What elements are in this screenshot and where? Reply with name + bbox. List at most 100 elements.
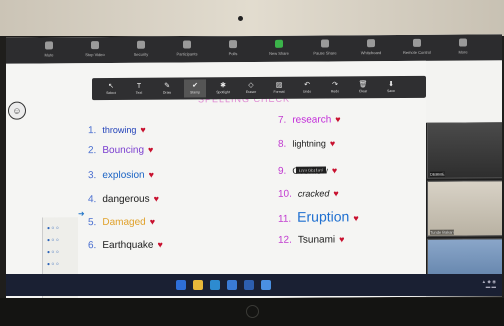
toolbar-label: Pause Share <box>313 50 337 56</box>
folder-icon[interactable] <box>193 280 203 290</box>
word-text: Bouncing <box>102 144 145 157</box>
annotate-tool-label: Redo <box>330 89 340 94</box>
annotate-tool-format[interactable]: ▨ Format <box>268 79 290 97</box>
more-icon <box>459 38 467 47</box>
toolbar-label: New Share <box>269 50 289 56</box>
annotate-tool-clear[interactable]: 🗑 Clear <box>352 78 374 96</box>
video-tile[interactable]: DEBBIE <box>427 122 502 179</box>
word-number: 8. <box>278 138 287 150</box>
side-panel-row: ● ○ ○ <box>47 237 59 244</box>
annotate-tool-label: Save <box>387 89 395 94</box>
heart-icon: ♥ <box>335 114 341 125</box>
annotate-tool-label: Undo <box>302 89 312 94</box>
toolbar-label: Polls <box>228 51 238 57</box>
toolbar-share-button[interactable]: New Share <box>256 39 302 62</box>
annotate-tool-label: Draw <box>162 90 172 95</box>
heart-icon: ♥ <box>140 124 146 135</box>
stamp-icon: ✔ <box>192 82 198 90</box>
save-icon: ⬇ <box>388 81 394 89</box>
annotate-tool-save[interactable]: ⬇ Save <box>380 78 402 96</box>
annotate-tool-draw[interactable]: ✎ Draw <box>156 80 178 98</box>
smiley-icon: ☺ <box>8 101 26 120</box>
annotate-tool-label: Clear <box>358 89 368 94</box>
toolbar-participants-button[interactable]: Participants <box>164 40 210 62</box>
heart-icon: ♥ <box>353 213 359 224</box>
toolbar-label: More <box>458 49 468 55</box>
word-text: cracked <box>297 188 330 199</box>
heart-icon: ♥ <box>148 169 154 180</box>
annotate-tool-label: Eraser <box>245 89 257 95</box>
mail-icon[interactable] <box>210 280 220 290</box>
zoom-icon[interactable] <box>261 280 271 290</box>
participants-icon <box>183 40 191 49</box>
annotate-tool-undo[interactable]: ↶ Undo <box>296 79 318 97</box>
webcam-icon <box>238 16 243 21</box>
toolbar-label: Participants <box>176 51 198 57</box>
word-text: Overflow <box>292 165 328 176</box>
system-tray[interactable]: ▲ ◆ ◉ ▬ ▬ <box>482 279 496 289</box>
heart-icon: ♥ <box>329 138 336 149</box>
toolbar-label: Whiteboard <box>360 50 382 56</box>
spelling-word-item: 9. Overflow ♥ <box>278 165 337 176</box>
heart-icon: ♥ <box>331 165 338 176</box>
video-tile[interactable]: Tunde Bakari <box>427 180 502 237</box>
spelling-word-item: 5. Damaged ♥ <box>88 217 155 228</box>
toolbar-label: Security <box>133 51 149 57</box>
heart-icon: ♥ <box>149 216 156 227</box>
video-tile-name: DEBBIE <box>430 171 445 177</box>
poll-icon <box>229 40 237 49</box>
word-number: 3. <box>88 170 97 182</box>
annotate-tool-label: Spotlight <box>216 90 230 95</box>
word-number: 6. <box>88 240 97 252</box>
share-icon <box>275 39 283 48</box>
store-icon[interactable] <box>227 280 237 290</box>
toolbar-more-button[interactable]: More <box>440 38 486 60</box>
zoom-toolbar: Mute Stop Video Security Participants Polls N… <box>6 34 502 64</box>
spelling-word-item: 11. Eruption ♥ <box>278 208 359 224</box>
spelling-word-item: 7. research ♥ <box>278 114 341 125</box>
toolbar-shield-button[interactable]: Security <box>118 40 164 63</box>
word-number: 4. <box>88 194 97 206</box>
word-icon[interactable] <box>244 280 254 290</box>
video-camera-icon <box>91 41 99 50</box>
undo-icon: ↶ <box>304 81 310 89</box>
annotate-tool-spotlight[interactable]: ✱ Spotlight <box>212 79 234 97</box>
toolbar-label: Remote Control <box>402 49 431 55</box>
word-text: research <box>292 114 332 126</box>
spelling-word-item: 3. explosion ♥ <box>88 170 154 181</box>
annotate-tool-redo[interactable]: ↷ Redo <box>324 78 346 96</box>
annotate-tool-stamp[interactable]: ✔ Stamp <box>184 79 206 98</box>
annotate-tool-label: Stamp <box>189 90 201 95</box>
word-number: 5. <box>88 217 97 229</box>
toolbar-label: Stop Video <box>85 52 105 58</box>
spelling-word-item: 10. cracked ♥ <box>278 188 339 199</box>
toolbar-annotate-button[interactable]: Whiteboard <box>348 39 394 61</box>
heart-icon: ♥ <box>333 188 339 199</box>
draw-icon: ✎ <box>164 82 170 90</box>
word-text: Damaged <box>102 216 146 229</box>
spelling-word-item: 2. Bouncing ♥ <box>88 145 153 156</box>
annotate-tool-select[interactable]: ↖ Select <box>100 80 122 98</box>
annotate-tool-eraser[interactable]: ◇ Eraser <box>240 79 262 97</box>
hp-logo-icon <box>246 305 259 318</box>
spelling-word-item: 1. throwing ♥ <box>88 125 146 136</box>
annotate-tool-text[interactable]: T Text <box>128 80 150 98</box>
toolbar-microphone-button[interactable]: Mute <box>26 41 72 63</box>
word-text: Tsunami <box>297 234 336 246</box>
taskbar-app-icon[interactable] <box>176 280 186 290</box>
annotate-tool-label: Text <box>135 90 143 95</box>
word-number: 12. <box>278 234 292 246</box>
spelling-word-item: 4. dangerous ♥ <box>88 194 159 205</box>
toolbar-poll-button[interactable]: Polls <box>210 40 256 62</box>
toolbar-video-camera-button[interactable]: Stop Video <box>72 41 118 63</box>
word-text: throwing <box>102 124 137 136</box>
text-icon: T <box>136 82 142 90</box>
toolbar-pause-button[interactable]: Pause Share <box>302 39 348 61</box>
word-number: 7. <box>278 114 287 126</box>
word-number: 2. <box>88 145 97 157</box>
spelling-word-item: 8. lightning ♥ <box>278 138 335 149</box>
spotlight-icon: ✱ <box>220 82 226 90</box>
spelling-word-item: 6. Earthquake ♥ <box>88 240 163 252</box>
annotate-icon <box>367 39 375 48</box>
toolbar-remote-control-button[interactable]: Remote Control <box>394 38 440 61</box>
